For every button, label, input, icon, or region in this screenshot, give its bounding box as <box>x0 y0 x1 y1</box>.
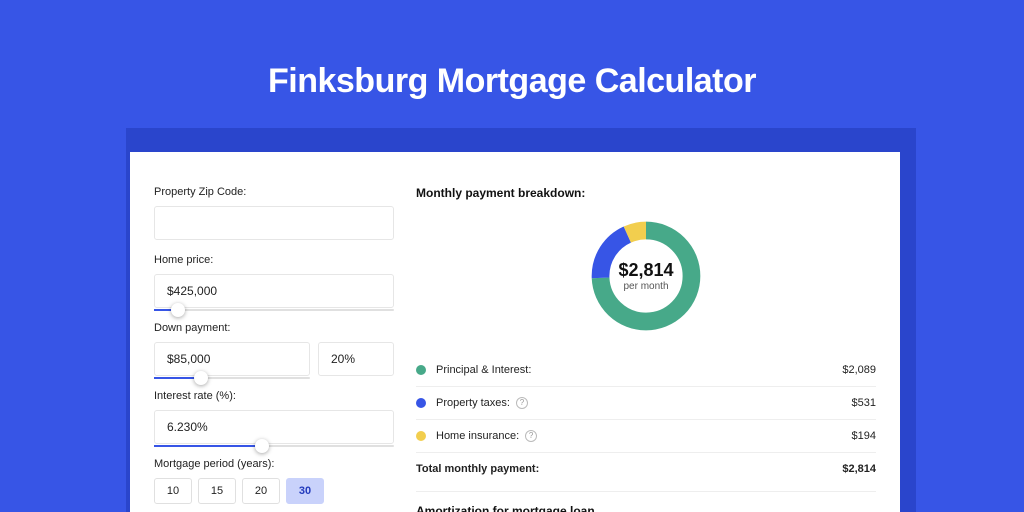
zip-field: Property Zip Code: <box>154 186 394 240</box>
interest-rate-field: Interest rate (%): <box>154 390 394 444</box>
legend-label: Property taxes:? <box>436 397 852 409</box>
period-button-10[interactable]: 10 <box>154 478 192 504</box>
legend-row: Property taxes:?$531 <box>416 387 876 420</box>
period-button-30[interactable]: 30 <box>286 478 324 504</box>
help-icon[interactable]: ? <box>516 397 528 409</box>
home-price-label: Home price: <box>154 254 394 266</box>
form-column: Property Zip Code: Home price: Down paym… <box>154 186 394 512</box>
legend-dot-icon <box>416 431 426 441</box>
home-price-slider[interactable] <box>154 309 394 311</box>
legend-label: Home insurance:? <box>436 430 852 442</box>
period-button-15[interactable]: 15 <box>198 478 236 504</box>
donut-chart: $2,814 per month <box>586 216 706 336</box>
legend-dot-icon <box>416 365 426 375</box>
slider-thumb-icon[interactable] <box>194 371 208 385</box>
legend-label: Principal & Interest: <box>436 364 842 376</box>
breakdown-column: Monthly payment breakdown: $2,814 per mo… <box>416 186 876 512</box>
legend-dot-icon <box>416 398 426 408</box>
period-field: Mortgage period (years): 10152030 <box>154 458 394 504</box>
total-label: Total monthly payment: <box>416 463 842 475</box>
legend-row: Home insurance:?$194 <box>416 420 876 453</box>
down-payment-amount-input[interactable] <box>154 342 310 376</box>
down-payment-field: Down payment: <box>154 322 394 376</box>
home-price-input[interactable] <box>154 274 394 308</box>
legend-value: $194 <box>852 430 876 442</box>
legend-value: $531 <box>852 397 876 409</box>
slider-thumb-icon[interactable] <box>171 303 185 317</box>
down-payment-label: Down payment: <box>154 322 394 334</box>
total-value: $2,814 <box>842 463 876 475</box>
calculator-panel: Property Zip Code: Home price: Down paym… <box>130 152 900 512</box>
total-row: Total monthly payment: $2,814 <box>416 453 876 485</box>
slider-thumb-icon[interactable] <box>255 439 269 453</box>
amortization-title: Amortization for mortgage loan <box>416 491 876 512</box>
breakdown-title: Monthly payment breakdown: <box>416 186 876 200</box>
page-title: Finksburg Mortgage Calculator <box>0 0 1024 101</box>
donut-amount: $2,814 <box>618 260 673 281</box>
donut-sub: per month <box>623 281 668 292</box>
legend-value: $2,089 <box>842 364 876 376</box>
help-icon[interactable]: ? <box>525 430 537 442</box>
zip-label: Property Zip Code: <box>154 186 394 198</box>
down-payment-pct-input[interactable] <box>318 342 394 376</box>
legend-row: Principal & Interest:$2,089 <box>416 354 876 387</box>
down-payment-slider[interactable] <box>154 377 310 379</box>
interest-rate-input[interactable] <box>154 410 394 444</box>
zip-input[interactable] <box>154 206 394 240</box>
interest-rate-slider[interactable] <box>154 445 394 447</box>
period-button-20[interactable]: 20 <box>242 478 280 504</box>
period-label: Mortgage period (years): <box>154 458 394 470</box>
interest-rate-label: Interest rate (%): <box>154 390 394 402</box>
home-price-field: Home price: <box>154 254 394 308</box>
